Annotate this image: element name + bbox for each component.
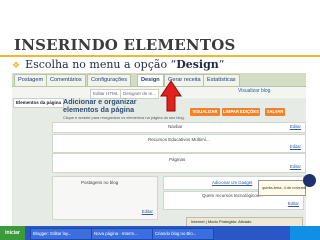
bullet-item: ❖ Escolha no menu a opção “Design”	[12, 58, 224, 71]
header-edit-link[interactable]: Editar	[290, 144, 301, 149]
add-gadget-link[interactable]: Adicionar um Gadget	[212, 180, 252, 185]
tab-comentarios[interactable]: Comentários	[46, 74, 86, 86]
status-text: Internet | Modo Protegido: Ativado	[191, 219, 252, 224]
bullet-bold-design: Design	[176, 58, 219, 71]
sidebar-gadget-label: Quem recursos tecnológicos...	[202, 193, 263, 198]
pages-panel[interactable]: Páginas Editar	[52, 153, 306, 173]
tooltip-text: quinta-feira, 4 de novemb	[262, 185, 307, 190]
clear-edits-button[interactable]: LIMPAR EDIÇÕES	[222, 108, 260, 116]
header-label: Recursos Educativos Multimí...	[148, 137, 210, 142]
title-rule	[0, 55, 320, 57]
posts-edit-link[interactable]: Editar	[142, 209, 153, 214]
sidebar-gadget-edit-link[interactable]: Editar	[288, 201, 299, 206]
bullet-icon: ❖	[12, 61, 21, 71]
windows-taskbar: iniciar Blogger: Editar lay... Nova pági…	[0, 226, 320, 240]
posts-label: Postagens no blog	[81, 180, 119, 185]
tab-configuracoes[interactable]: Configurações	[87, 74, 132, 86]
tab-postagem[interactable]: Postagem	[14, 74, 48, 86]
system-tray	[290, 226, 320, 240]
slide-pager-dot[interactable]	[303, 174, 316, 187]
preview-button[interactable]: VISUALIZAR	[190, 108, 220, 116]
view-blog-link[interactable]: Visualizar blog	[238, 88, 270, 94]
blogger-tabs: Postagem Comentários Configurações Desig…	[12, 73, 306, 87]
taskbar-item-criando-blog[interactable]: Criando blog no Blo...	[152, 228, 214, 240]
tab-estatisticas[interactable]: Estatísticas	[203, 74, 240, 86]
bullet-close-quote: ”	[218, 58, 225, 71]
blogger-screenshot: Postagem Comentários Configurações Desig…	[12, 73, 306, 240]
taskbar-item-nova-pagina[interactable]: Nova página - Interm...	[91, 228, 153, 240]
pages-edit-link[interactable]: Editar	[290, 164, 301, 169]
start-button[interactable]: iniciar	[0, 226, 25, 240]
header-panel[interactable]: Recursos Educativos Multimí... Editar	[52, 134, 306, 153]
subtab-elementos[interactable]: Elementos da página	[13, 98, 65, 108]
date-tooltip: quinta-feira, 4 de novemb	[258, 180, 306, 196]
pages-label: Páginas	[169, 157, 186, 162]
bullet-text: Escolha no menu a opção “	[25, 58, 177, 71]
layout-heading: Adicionar e organizar elementos da págin…	[63, 97, 137, 114]
blog-posts-panel[interactable]: Postagens no blog Editar	[52, 176, 158, 220]
navbar-edit-link[interactable]: Editar	[290, 124, 301, 129]
red-arrow-icon	[160, 80, 182, 112]
slide-title: INSERINDO ELEMENTOS	[14, 36, 236, 54]
taskbar-item-blogger[interactable]: Blogger: Editar lay...	[30, 228, 92, 240]
save-button[interactable]: SALVAR	[265, 108, 285, 116]
